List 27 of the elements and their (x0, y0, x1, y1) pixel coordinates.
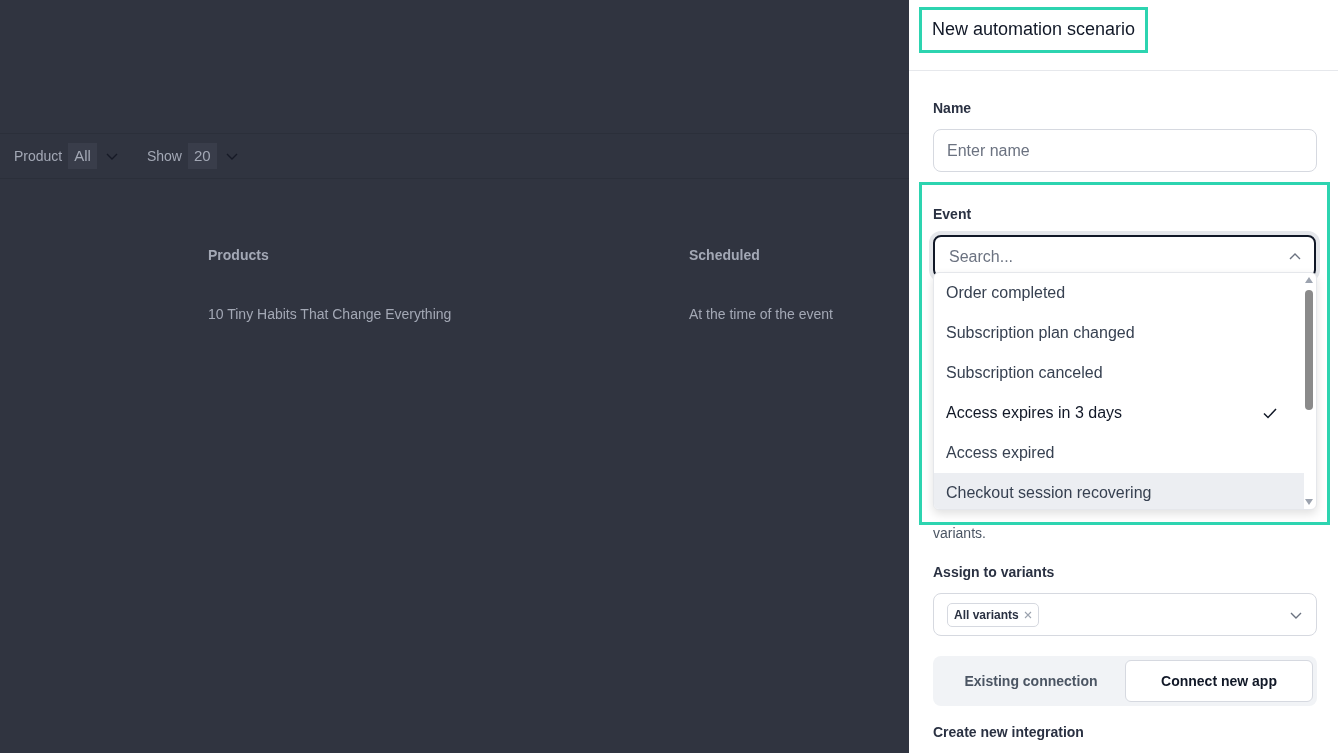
name-field[interactable]: Enter name (933, 129, 1317, 172)
filter-label: Show (146, 146, 182, 166)
field-label: Assign to variants (933, 563, 1056, 582)
dropdown-option[interactable]: Subscription canceled (934, 353, 1304, 393)
variants-select[interactable]: All variants (933, 593, 1317, 636)
segment-tab[interactable]: Connect new app (1125, 660, 1313, 702)
panel-title: New automation scenario (919, 7, 1149, 53)
hint-text: variants. (933, 524, 987, 543)
dropdown-option[interactable]: Checkout session recovering (934, 473, 1304, 509)
filter-value[interactable]: All (68, 142, 97, 170)
close-icon[interactable] (1023, 610, 1032, 619)
section-title: Create new integration (933, 723, 1085, 742)
filter-value[interactable]: 20 (187, 142, 217, 170)
field-label: Name (933, 99, 973, 118)
dropdown-option[interactable]: Access expires in 3 days (934, 393, 1304, 433)
scrollbar[interactable] (1304, 275, 1314, 507)
segment-tab[interactable]: Existing connection (937, 660, 1125, 702)
column-header: Scheduled (689, 246, 761, 265)
variant-tag: All variants (947, 602, 1039, 627)
dropdown-option[interactable]: Access expired (934, 433, 1304, 473)
dropdown-option[interactable]: Subscription plan changed (934, 313, 1304, 353)
table-cell-text: 10 Tiny Habits That Change Everything (208, 305, 453, 324)
table-cell-text: At the time of the event (689, 305, 834, 324)
search-input[interactable]: Search... (947, 237, 1288, 276)
column-header: Products (208, 246, 270, 265)
field-label: Event (933, 205, 973, 224)
filter-label: Product (14, 146, 63, 166)
